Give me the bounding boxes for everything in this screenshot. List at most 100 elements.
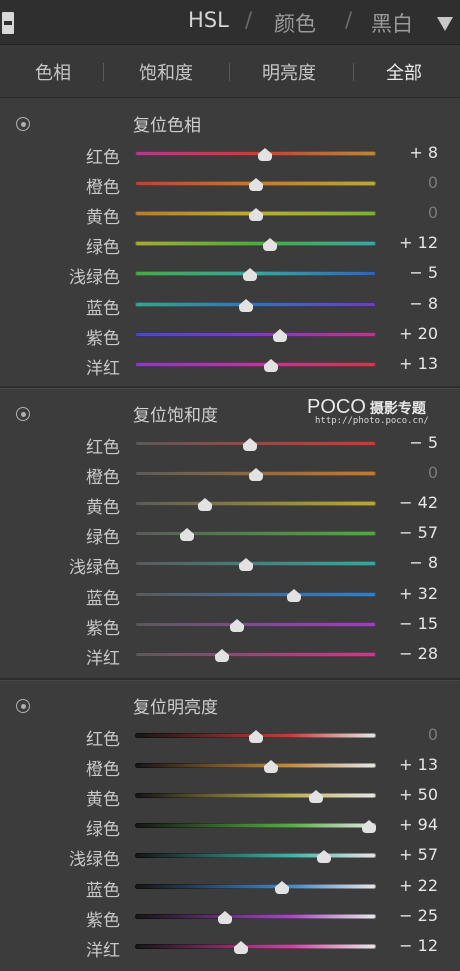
slider-value[interactable]: + 32 — [399, 584, 438, 603]
slider-value[interactable]: 0 — [428, 203, 438, 222]
slider-thumb[interactable] — [234, 941, 248, 955]
slider-thumb[interactable] — [242, 268, 257, 282]
section-reset-title[interactable]: 复位明亮度 — [133, 693, 218, 718]
slider-value[interactable]: − 15 — [399, 614, 438, 633]
panel-collapse-icon[interactable] — [2, 12, 14, 34]
slider-thumb[interactable] — [179, 528, 194, 542]
slider-thumb[interactable] — [197, 498, 212, 512]
slider-label: 洋红 — [86, 359, 120, 379]
slider-thumb[interactable] — [218, 911, 233, 925]
slider-label: 红色 — [86, 148, 120, 168]
slider-track[interactable] — [135, 763, 376, 768]
section-reset-icon[interactable] — [16, 117, 30, 131]
watermark-logo: POCO — [307, 396, 366, 418]
slider-row-blue: 蓝色 + 22 — [0, 871, 460, 901]
slider-value[interactable]: − 5 — [409, 263, 438, 282]
slider-row-orange: 橙色 0 — [0, 458, 460, 488]
slider-track[interactable] — [135, 592, 376, 597]
slider-thumb[interactable] — [248, 178, 263, 192]
slider-thumb[interactable] — [264, 359, 279, 373]
slider-track[interactable] — [135, 652, 376, 657]
slider-label: 浅绿色 — [69, 558, 120, 578]
slider-track[interactable] — [135, 793, 376, 798]
slider-track[interactable] — [135, 151, 376, 156]
slider-value[interactable]: + 94 — [399, 815, 438, 834]
slider-row-green: 绿色 + 94 — [0, 810, 460, 840]
slider-row-red: 红色 + 8 — [0, 138, 460, 168]
slider-value[interactable]: − 5 — [409, 433, 438, 452]
tab-luminance[interactable]: 明亮度 — [262, 59, 316, 85]
section-reset-title[interactable]: 复位色相 — [133, 111, 201, 136]
slider-value[interactable]: + 50 — [399, 785, 438, 804]
slider-track[interactable] — [135, 853, 376, 858]
slider-track[interactable] — [135, 914, 376, 919]
slider-track[interactable] — [135, 884, 376, 889]
tab-divider — [103, 63, 104, 81]
slider-value[interactable]: 0 — [428, 173, 438, 192]
slider-value[interactable]: − 28 — [399, 644, 438, 663]
slider-value[interactable]: 0 — [428, 463, 438, 482]
slider-value[interactable]: + 22 — [399, 876, 438, 895]
slider-thumb[interactable] — [248, 730, 263, 744]
slider-track[interactable] — [135, 501, 376, 506]
slider-value[interactable]: − 12 — [399, 936, 438, 955]
slider-thumb[interactable] — [238, 558, 253, 572]
slider-value[interactable]: + 8 — [409, 143, 438, 162]
hsl-panel: HSL / 颜色 / 黑白 色相 饱和度 明亮度 全部 复位色相 红色 + 8 橙色 0… — [0, 0, 460, 971]
slider-thumb[interactable] — [308, 790, 323, 804]
slider-value[interactable]: − 8 — [409, 294, 438, 313]
slider-value[interactable]: − 8 — [409, 553, 438, 572]
tab-hue[interactable]: 色相 — [35, 59, 71, 85]
slider-track[interactable] — [135, 944, 376, 949]
slider-thumb[interactable] — [275, 881, 289, 895]
slider-track[interactable] — [135, 332, 376, 337]
tab-all[interactable]: 全部 — [386, 59, 422, 85]
slider-value[interactable]: − 57 — [399, 523, 438, 542]
slider-track[interactable] — [135, 362, 376, 367]
slider-track[interactable] — [135, 531, 376, 536]
panel-header: HSL / 颜色 / 黑白 — [0, 0, 460, 45]
slider-label: 紫色 — [86, 619, 120, 639]
slider-thumb[interactable] — [263, 238, 277, 252]
section-reset-icon[interactable] — [16, 699, 30, 713]
slider-track[interactable] — [135, 823, 376, 828]
section-reset-icon[interactable] — [16, 407, 30, 421]
slider-thumb[interactable] — [361, 820, 376, 834]
slider-thumb[interactable] — [264, 760, 279, 774]
slider-value[interactable]: + 13 — [399, 354, 438, 373]
slider-thumb[interactable] — [272, 329, 287, 343]
slider-thumb[interactable] — [242, 438, 257, 452]
slider-value[interactable]: − 42 — [399, 493, 438, 512]
slider-value[interactable]: 0 — [428, 725, 438, 744]
slider-row-magenta: 洋红 − 28 — [0, 639, 460, 669]
slider-label: 橙色 — [86, 760, 120, 780]
slider-track[interactable] — [135, 561, 376, 566]
slider-label: 绿色 — [86, 238, 120, 258]
slider-thumb[interactable] — [248, 208, 263, 222]
slider-thumb[interactable] — [258, 148, 273, 162]
bw-title[interactable]: 黑白 — [371, 8, 413, 38]
section-reset-title[interactable]: 复位饱和度 — [133, 401, 218, 426]
slider-track[interactable] — [135, 622, 376, 627]
slider-thumb[interactable] — [230, 619, 245, 633]
color-title[interactable]: 颜色 — [274, 8, 316, 38]
slider-thumb[interactable] — [287, 589, 302, 603]
slider-value[interactable]: + 13 — [399, 755, 438, 774]
slider-label: 蓝色 — [86, 881, 120, 901]
slider-value[interactable]: + 12 — [399, 233, 438, 252]
slider-thumb[interactable] — [238, 299, 253, 313]
slider-thumb[interactable] — [248, 468, 263, 482]
slider-track[interactable] — [135, 302, 376, 307]
slider-value[interactable]: + 57 — [399, 845, 438, 864]
tab-saturation[interactable]: 饱和度 — [139, 59, 193, 85]
panel-menu-triangle-icon[interactable] — [437, 17, 453, 31]
hsl-title[interactable]: HSL — [188, 8, 229, 32]
slider-row-magenta: 洋红 − 12 — [0, 931, 460, 961]
slider-value[interactable]: + 20 — [399, 324, 438, 343]
slider-row-aqua: 浅绿色 + 57 — [0, 840, 460, 870]
slider-value[interactable]: − 25 — [399, 906, 438, 925]
slider-track[interactable] — [135, 241, 376, 246]
slider-label: 橙色 — [86, 178, 120, 198]
slider-thumb[interactable] — [317, 850, 332, 864]
slider-thumb[interactable] — [214, 649, 229, 663]
